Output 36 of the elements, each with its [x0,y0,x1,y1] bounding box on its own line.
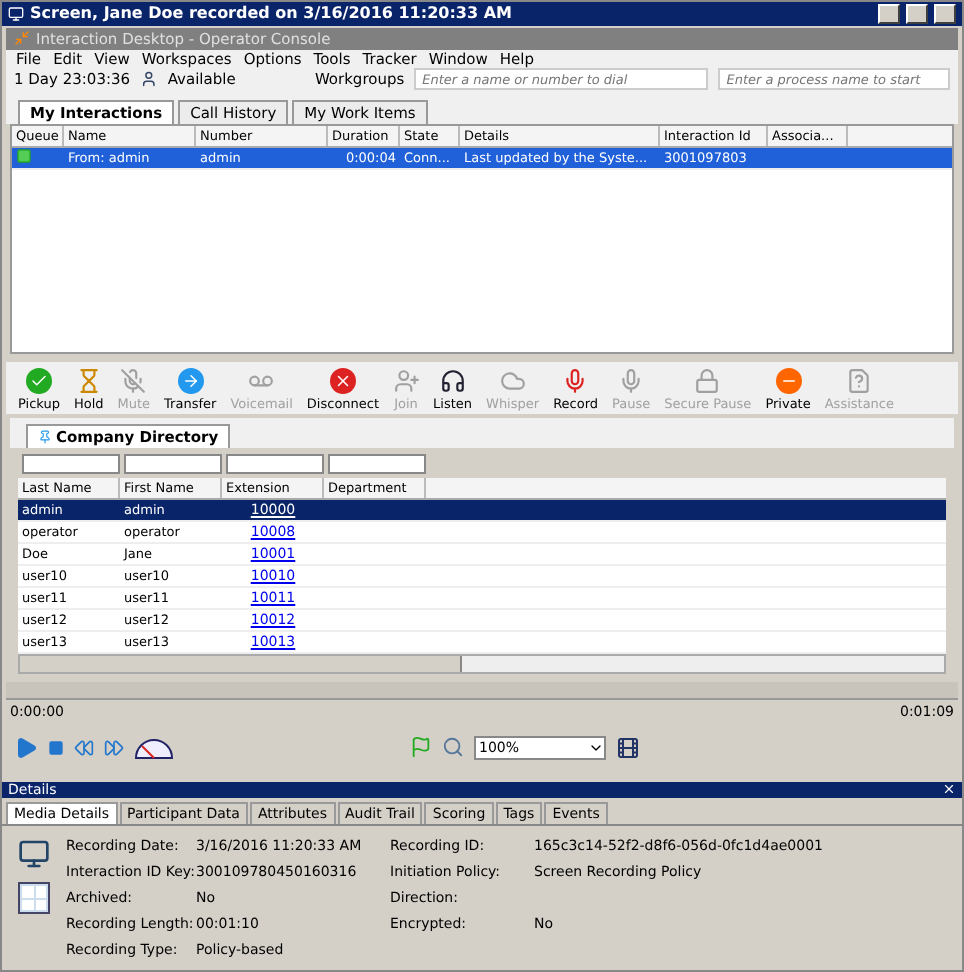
cloud-icon [499,368,526,395]
filter-field[interactable] [124,454,222,475]
lock-icon [694,368,721,395]
flag-icon[interactable] [409,736,431,759]
fast-forward-icon[interactable] [104,737,124,758]
rewind-icon[interactable] [74,737,94,758]
headphones-icon [439,368,466,395]
timeline-track[interactable] [6,682,958,700]
check-icon [25,368,52,395]
user-plus-icon [393,368,420,395]
microphone-icon [562,368,589,395]
filter-field[interactable] [328,454,426,475]
user-icon [140,70,158,89]
document-question-icon [846,368,873,395]
app-icon [14,30,30,47]
filter-field[interactable] [22,454,120,475]
app-icon [8,5,24,22]
mute-icon [120,368,147,395]
close-icon [329,368,356,395]
close-icon[interactable] [942,782,956,797]
close-button[interactable] [934,3,956,24]
film-icon[interactable] [615,735,639,760]
speed-gauge-icon[interactable] [134,735,174,760]
microphone-icon [618,368,645,395]
minus-icon [775,368,802,395]
horizontal-scrollbar[interactable] [18,654,946,675]
hourglass-icon [75,368,102,395]
maximize-button[interactable] [906,3,928,24]
window-title: Screen, Jane Doe recorded on 3/16/2016 11:20:33 AM [30,4,514,23]
pin-icon [38,430,52,445]
search-icon[interactable] [441,736,463,759]
monitor-icon [18,838,50,870]
play-icon[interactable] [14,735,38,760]
filter-field[interactable] [226,454,324,475]
minimize-button[interactable] [878,3,900,24]
stop-icon[interactable] [48,739,64,756]
